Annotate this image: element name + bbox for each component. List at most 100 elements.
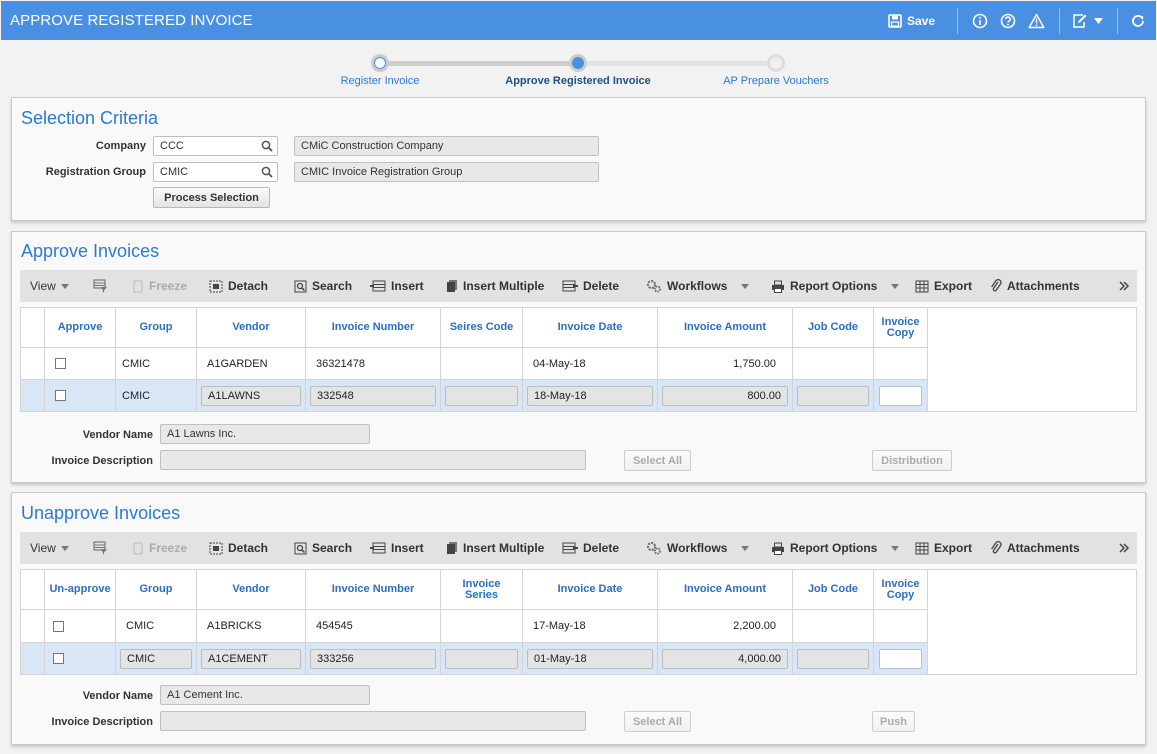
insert-row-icon	[370, 280, 386, 292]
save-button[interactable]: Save	[888, 14, 935, 28]
invoice-copy-field[interactable]	[879, 648, 922, 669]
company-description: CMiC Construction Company	[294, 136, 599, 156]
selection-criteria-panel: Selection Criteria Company CCC CMiC Cons…	[11, 97, 1146, 221]
select-all-button[interactable]: Select All	[624, 711, 691, 732]
insert-button[interactable]: Insert	[370, 532, 424, 564]
column-header[interactable]: Seires Code	[441, 308, 523, 348]
table-row-selected[interactable]: CMIC A1LAWNS 332548 18-May-18 800.00	[21, 380, 928, 411]
job-code-field[interactable]	[797, 385, 869, 406]
search-icon[interactable]	[261, 166, 273, 178]
workflows-menu[interactable]: Workflows	[646, 532, 754, 564]
distribution-button[interactable]: Distribution	[872, 450, 952, 471]
process-selection-button[interactable]: Process Selection	[153, 187, 270, 208]
group-field[interactable]: CMIC	[120, 648, 192, 669]
row-selector-header	[21, 308, 45, 348]
column-header[interactable]: Invoice Date	[523, 570, 658, 610]
column-header[interactable]: Invoice Copy	[874, 570, 928, 610]
view-menu[interactable]: View	[30, 532, 74, 564]
column-header[interactable]: Un-approve	[45, 570, 116, 610]
unapprove-checkbox[interactable]	[53, 653, 64, 664]
push-button[interactable]: Push	[872, 711, 915, 732]
table-row[interactable]: CMIC A1GARDEN 36321478 04-May-18 1,750.0…	[21, 348, 928, 380]
column-header[interactable]: Vendor	[197, 308, 306, 348]
export-button[interactable]: Export	[915, 532, 972, 564]
invoice-number-field[interactable]: 333256	[310, 648, 436, 669]
delete-button[interactable]: Delete	[562, 532, 619, 564]
table-row[interactable]: CMIC A1BRICKS 454545 17-May-18 2,200.00	[21, 610, 928, 643]
search-icon[interactable]	[261, 140, 273, 152]
approve-checkbox[interactable]	[55, 358, 66, 369]
search-button[interactable]: Search	[294, 270, 352, 302]
invoice-description-field[interactable]	[160, 450, 586, 470]
step-approve-dot[interactable]	[569, 54, 587, 72]
invoice-amount-field[interactable]: 800.00	[662, 385, 788, 406]
edit-note-icon[interactable]	[1072, 13, 1088, 29]
refresh-icon[interactable]	[1130, 13, 1146, 29]
step-vouchers-dot[interactable]	[767, 54, 785, 72]
step-register-dot[interactable]	[371, 54, 389, 72]
unapprove-checkbox[interactable]	[53, 620, 64, 632]
export-button[interactable]: Export	[915, 270, 972, 302]
help-icon[interactable]	[1000, 13, 1016, 29]
insert-button[interactable]: Insert	[370, 270, 424, 302]
table-row-selected[interactable]: CMIC A1CEMENT 333256 01-May-18 4,000.00	[21, 643, 928, 674]
column-header[interactable]: Invoice Copy	[874, 308, 928, 348]
step-vouchers-label[interactable]: AP Prepare Vouchers	[723, 75, 829, 87]
invoice-copy-field[interactable]	[879, 385, 922, 406]
column-header[interactable]: Group	[116, 308, 197, 348]
report-options-menu[interactable]: Report Options	[771, 532, 904, 564]
column-header[interactable]: Approve	[45, 308, 116, 348]
divider	[1059, 7, 1060, 34]
column-header[interactable]: Invoice Amount	[658, 570, 793, 610]
gear-icon	[646, 541, 662, 555]
filter-button[interactable]	[93, 270, 113, 302]
series-field[interactable]	[445, 648, 518, 669]
column-header[interactable]: Invoice Amount	[658, 308, 793, 348]
vendor-field[interactable]: A1LAWNS	[201, 385, 301, 406]
column-header[interactable]: Invoice Number	[306, 570, 441, 610]
column-header[interactable]: Job Code	[793, 570, 874, 610]
report-options-menu[interactable]: Report Options	[771, 270, 904, 302]
column-header[interactable]: Group	[116, 570, 197, 610]
detach-button[interactable]: Detach	[209, 270, 268, 302]
approve-invoices-panel: Approve Invoices View Freeze Detach Sear…	[11, 231, 1146, 483]
attachments-button[interactable]: Attachments	[990, 532, 1080, 564]
invoice-amount-cell: 1,750.00	[658, 348, 793, 379]
series-cell	[441, 348, 523, 379]
column-header[interactable]: Job Code	[793, 308, 874, 348]
registration-group-input[interactable]: CMIC	[153, 162, 278, 182]
invoice-number-field[interactable]: 332548	[310, 385, 436, 406]
invoice-date-field[interactable]: 18-May-18	[527, 385, 653, 406]
series-field[interactable]	[445, 385, 518, 406]
delete-button[interactable]: Delete	[562, 270, 619, 302]
search-icon	[294, 280, 307, 293]
invoice-amount-field[interactable]: 4,000.00	[662, 648, 788, 669]
workflows-menu[interactable]: Workflows	[646, 270, 754, 302]
more-chevron-icon[interactable]	[1118, 532, 1130, 564]
vendor-field[interactable]: A1CEMENT	[201, 648, 301, 669]
search-button[interactable]: Search	[294, 532, 352, 564]
attachments-button[interactable]: Attachments	[990, 270, 1080, 302]
column-header[interactable]: Invoice Series	[441, 570, 523, 610]
warning-icon[interactable]	[1028, 13, 1045, 29]
invoice-date-field[interactable]: 01-May-18	[527, 648, 653, 669]
job-code-field[interactable]	[797, 648, 869, 669]
column-header[interactable]: Invoice Date	[523, 308, 658, 348]
insert-multiple-button[interactable]: Insert Multiple	[446, 532, 544, 564]
step-register-label[interactable]: Register Invoice	[341, 75, 420, 87]
column-header[interactable]: Invoice Number	[306, 308, 441, 348]
info-icon[interactable]	[972, 13, 988, 29]
column-header[interactable]: Vendor	[197, 570, 306, 610]
chevron-down-icon[interactable]	[1094, 17, 1103, 24]
approve-checkbox[interactable]	[55, 390, 66, 401]
detach-button[interactable]: Detach	[209, 532, 268, 564]
invoice-description-field[interactable]	[160, 711, 586, 731]
more-chevron-icon[interactable]	[1118, 270, 1130, 302]
company-input[interactable]: CCC	[153, 136, 278, 156]
insert-multiple-button[interactable]: Insert Multiple	[446, 270, 544, 302]
filter-button[interactable]	[93, 532, 113, 564]
approve-invoices-grid: Approve Group Vendor Invoice Number Seir…	[20, 307, 1137, 412]
select-all-button[interactable]: Select All	[624, 450, 691, 471]
view-menu[interactable]: View	[30, 270, 74, 302]
series-cell	[441, 610, 523, 642]
